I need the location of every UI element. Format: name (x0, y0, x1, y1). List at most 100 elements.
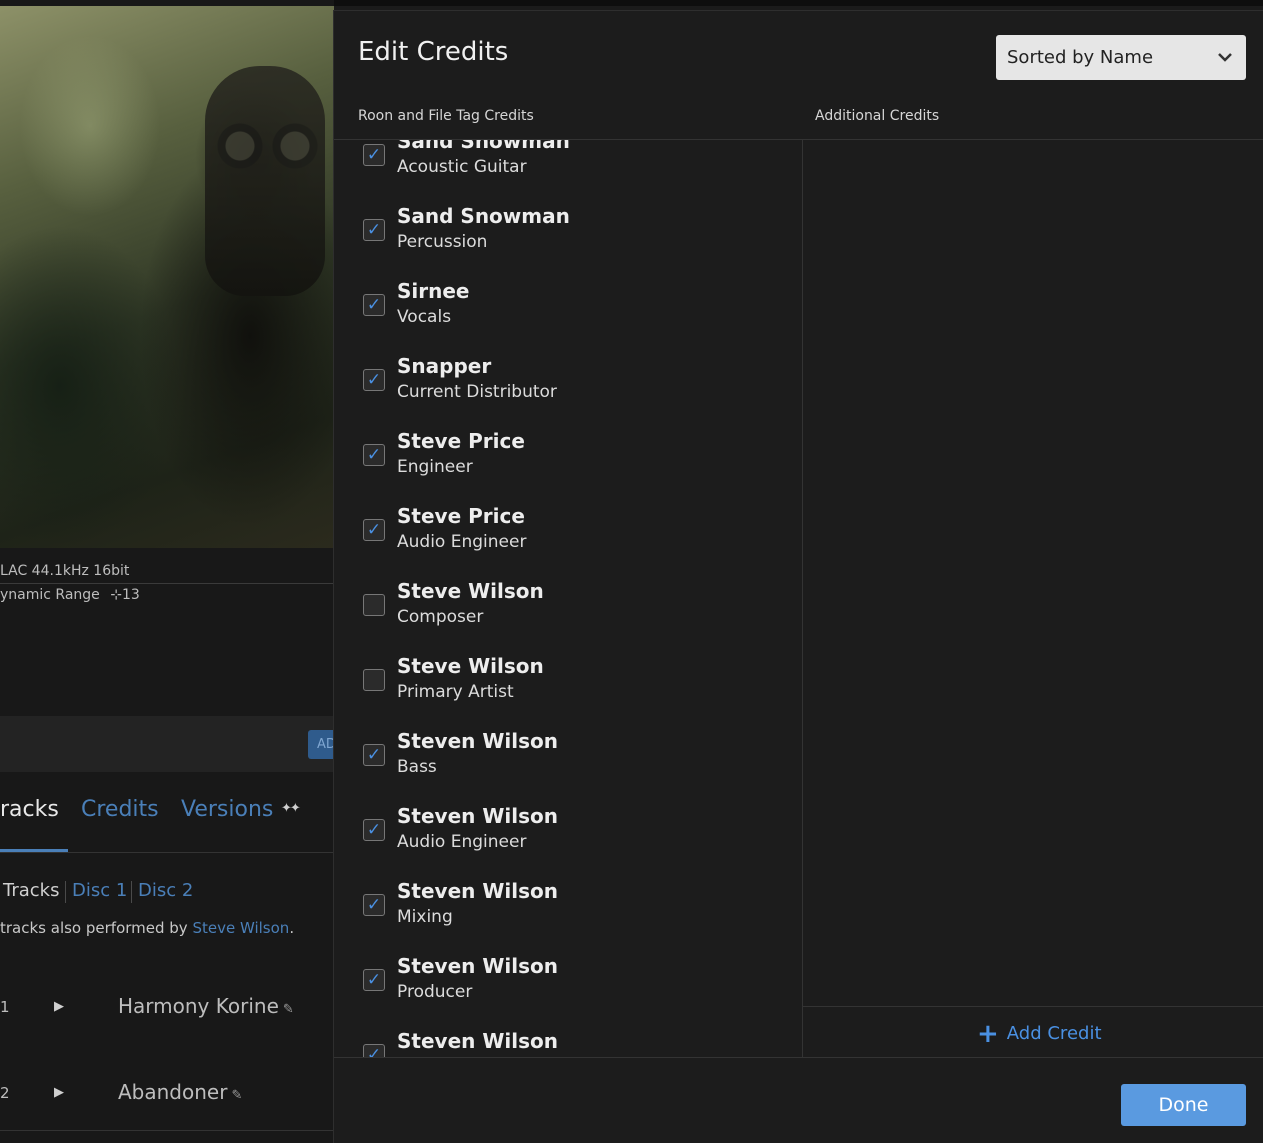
checkmark-icon: ✓ (366, 220, 382, 240)
track-number: 2 (0, 1084, 10, 1102)
credit-name: Sand Snowman (397, 204, 570, 228)
format-info: LAC 44.1kHz 16bit (0, 563, 130, 579)
dynamic-range-label: ynamic Range (0, 587, 100, 603)
sort-dropdown[interactable]: Sorted by Name (996, 35, 1246, 80)
add-credit-divider (803, 1006, 1263, 1007)
credit-checkbox[interactable]: ✓ (363, 444, 385, 466)
track-divider (0, 1130, 334, 1131)
credit-name: Sirnee (397, 279, 470, 303)
credit-checkbox[interactable]: ✓ (363, 969, 385, 991)
credit-role: Audio Engineer (397, 832, 527, 852)
edit-credits-dialog: Edit Credits Sorted by Name Roon and Fil… (333, 10, 1263, 1143)
checkmark-icon: ✓ (366, 145, 382, 165)
credit-role: Bass (397, 757, 437, 777)
disc-filter-all[interactable]: Tracks (3, 880, 59, 901)
credit-row[interactable]: ✓ Steve Price Audio Engineer (334, 490, 802, 565)
credit-row[interactable]: ✓ Steven Wilson Mixing (334, 865, 802, 940)
checkmark-icon: ✓ (366, 445, 382, 465)
credit-name: Sand Snowman (397, 140, 570, 153)
dynamic-range-value: 13 (121, 587, 140, 603)
track-number: 1 (0, 998, 10, 1016)
credit-row[interactable]: Steve Wilson Primary Artist (334, 640, 802, 715)
performed-by-end: . (289, 919, 295, 937)
footer-divider (334, 1057, 1263, 1058)
credit-row[interactable]: ✓ Steve Price Engineer (334, 415, 802, 490)
credit-row[interactable]: ✓ Sirnee Vocals (334, 265, 802, 340)
credit-role: Producer (397, 982, 473, 1002)
credit-role: Primary Artist (397, 682, 514, 702)
performed-by-artist-link[interactable]: Steve Wilson (192, 919, 289, 937)
credit-checkbox[interactable]: ✓ (363, 369, 385, 391)
action-bar (0, 716, 334, 772)
credit-row[interactable]: ✓ Steven Wilson Bass (334, 715, 802, 790)
pencil-icon[interactable]: ✎ (283, 1002, 294, 1017)
credit-name: Steven Wilson (397, 879, 558, 903)
done-button[interactable]: Done (1121, 1084, 1246, 1126)
checkmark-icon: ✓ (366, 970, 382, 990)
album-page: LAC 44.1kHz 16bit ynamic Range ⊹13 racks… (0, 0, 334, 1143)
credit-name: Steve Price (397, 429, 525, 453)
credit-name: Steve Wilson (397, 579, 544, 603)
credit-checkbox[interactable]: ✓ (363, 519, 385, 541)
credit-row[interactable]: Steve Wilson Composer (334, 565, 802, 640)
credit-checkbox[interactable]: ✓ (363, 1044, 385, 1057)
add-credit-label: Add Credit (1006, 1023, 1102, 1044)
play-icon[interactable]: ▶ (54, 1085, 64, 1100)
credit-role: Audio Engineer (397, 532, 527, 552)
chevron-down-icon (1216, 35, 1234, 97)
tab-credits[interactable]: Credits (81, 797, 159, 822)
versions-icon: ✦✦ (281, 801, 301, 816)
dynamic-range-info: ynamic Range ⊹13 (0, 587, 140, 603)
checkmark-icon: ✓ (366, 745, 382, 765)
credit-checkbox[interactable]: ✓ (363, 894, 385, 916)
credit-name: Steven Wilson (397, 1029, 558, 1053)
sort-dropdown-value: Sorted by Name (1007, 47, 1154, 68)
album-cover (0, 6, 334, 548)
credit-role: Percussion (397, 232, 488, 252)
credit-checkbox[interactable] (363, 669, 385, 691)
credit-row[interactable]: ✓ Sand Snowman Acoustic Guitar (334, 140, 802, 190)
credit-row[interactable]: ✓ Sand Snowman Percussion (334, 190, 802, 265)
checkmark-icon: ✓ (366, 895, 382, 915)
pencil-icon[interactable]: ✎ (231, 1088, 242, 1103)
track-title-text: Abandoner (118, 1080, 228, 1104)
credit-row[interactable]: ✓ Steven Wilson Producer (334, 940, 802, 1015)
track-title-text: Harmony Korine (118, 994, 279, 1018)
credit-role: Acoustic Guitar (397, 157, 527, 177)
tab-versions[interactable]: Versions (181, 797, 273, 822)
dynamic-range-icon: ⊹ (110, 587, 122, 603)
disc-filter-2[interactable]: Disc 2 (138, 880, 193, 901)
additional-credits-header: Additional Credits (815, 108, 940, 124)
disc-separator (65, 881, 66, 903)
plus-icon: + (977, 1019, 999, 1049)
tab-tracks[interactable]: racks (0, 797, 59, 822)
credit-name: Snapper (397, 354, 492, 378)
credit-role: Engineer (397, 457, 473, 477)
dialog-title: Edit Credits (358, 37, 509, 67)
credit-name: Steven Wilson (397, 729, 558, 753)
credit-checkbox[interactable]: ✓ (363, 294, 385, 316)
credit-checkbox[interactable]: ✓ (363, 819, 385, 841)
checkmark-icon: ✓ (366, 520, 382, 540)
play-icon[interactable]: ▶ (54, 999, 64, 1014)
credits-list[interactable]: ✓ Sand Snowman Acoustic Guitar ✓ Sand Snowma… (334, 140, 802, 1057)
credits-list-content: ✓ Sand Snowman Acoustic Guitar ✓ Sand Snowma… (334, 140, 802, 1057)
disc-filter-1[interactable]: Disc 1 (72, 880, 127, 901)
track-title[interactable]: Harmony Korine ✎ (118, 994, 294, 1018)
credit-checkbox[interactable] (363, 594, 385, 616)
checkmark-icon: ✓ (366, 370, 382, 390)
credit-row[interactable]: ✓ Snapper Current Distributor (334, 340, 802, 415)
column-divider (802, 140, 803, 1057)
credit-role: Mixing (397, 907, 453, 927)
credit-name: Steve Wilson (397, 654, 544, 678)
track-title[interactable]: Abandoner ✎ (118, 1080, 242, 1104)
credit-checkbox[interactable]: ✓ (363, 744, 385, 766)
credit-checkbox[interactable]: ✓ (363, 144, 385, 166)
credit-row[interactable]: ✓ Steven Wilson (334, 1015, 802, 1057)
add-credit-button[interactable]: + Add Credit (977, 1019, 1102, 1049)
credit-row[interactable]: ✓ Steven Wilson Audio Engineer (334, 790, 802, 865)
credit-checkbox[interactable]: ✓ (363, 219, 385, 241)
credit-name: Steve Price (397, 504, 525, 528)
album-cover-figure (205, 66, 325, 296)
performed-by-note: tracks also performed by Steve Wilson. (0, 919, 294, 937)
